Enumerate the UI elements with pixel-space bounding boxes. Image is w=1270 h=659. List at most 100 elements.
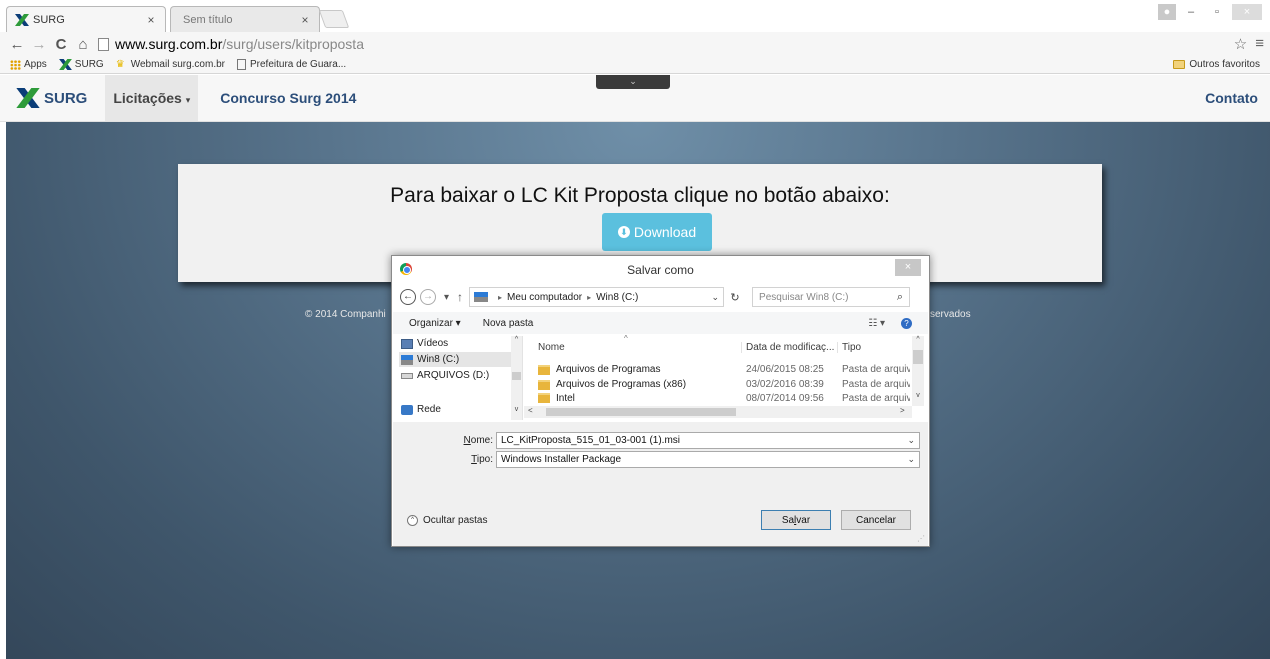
scroll-up-icon[interactable]: ^	[912, 336, 924, 343]
filename-input[interactable]: LC_KitProposta_515_01_03-001 (1).msi ⌄	[496, 431, 920, 449]
chevron-down-icon[interactable]: ⌄	[907, 435, 915, 446]
surg-logo-icon	[16, 88, 40, 108]
nav-item-rede[interactable]: Rede	[399, 402, 511, 417]
download-button[interactable]: ⬇ Download	[602, 213, 712, 251]
restore-button[interactable]: ▫	[1206, 4, 1228, 20]
nav-item-label: Rede	[417, 404, 441, 415]
apps-grid-icon	[10, 59, 21, 70]
scroll-up-icon[interactable]: ^	[511, 336, 522, 343]
path-dropdown-icon[interactable]: ⌄	[711, 292, 719, 303]
nav-concurso[interactable]: Concurso Surg 2014	[220, 90, 356, 106]
file-list: Nome ^ Data de modificaç... Tipo Arquivo…	[524, 334, 926, 420]
crumb-computer[interactable]: Meu computador	[507, 292, 582, 303]
other-bookmarks[interactable]: Outros favoritos	[1173, 59, 1260, 70]
nav-pane-scrollbar[interactable]: ^ v	[511, 336, 522, 420]
organize-menu[interactable]: Organizar ▾	[409, 318, 461, 329]
bookmark-apps[interactable]: Apps	[10, 59, 47, 70]
help-icon[interactable]: ?	[901, 317, 912, 329]
nav-item-label: ARQUIVOS (D:)	[417, 370, 490, 381]
bookmark-webmail[interactable]: ♛ Webmail surg.com.br	[116, 59, 225, 70]
column-label: Nome	[538, 341, 565, 353]
dialog-command-bar: Organizar ▾ Nova pasta ☷ ▾ ?	[393, 312, 928, 334]
file-type: Pasta de arquivos	[842, 364, 910, 375]
refresh-icon[interactable]: ↻	[724, 291, 746, 304]
scroll-thumb[interactable]	[546, 408, 736, 416]
scroll-down-icon[interactable]: v	[912, 392, 924, 399]
scroll-thumb[interactable]	[913, 350, 923, 364]
profile-icon[interactable]: ●	[1158, 4, 1176, 20]
close-window-button[interactable]: ×	[1232, 4, 1262, 20]
scroll-right-icon[interactable]: >	[900, 406, 905, 415]
close-tab-icon[interactable]: ×	[299, 13, 311, 27]
close-tab-icon[interactable]: ×	[145, 13, 157, 27]
hide-folders-toggle[interactable]: ^ Ocultar pastas	[407, 515, 487, 526]
file-row[interactable]: Intel 08/07/2014 09:56 Pasta de arquivos	[524, 392, 910, 404]
nav-item-videos[interactable]: Vídeos	[399, 336, 511, 351]
file-list-vertical-scrollbar[interactable]: ^ v	[912, 336, 924, 406]
column-date[interactable]: Data de modificaç...	[742, 341, 838, 353]
footer-rights: servados	[930, 309, 971, 320]
pull-down-tab[interactable]: ⌄	[596, 75, 670, 89]
column-name[interactable]: Nome ^	[524, 334, 742, 353]
filename-value: LC_KitProposta_515_01_03-001 (1).msi	[501, 434, 680, 446]
nav-contato[interactable]: Contato	[1205, 90, 1258, 106]
folder-path-bar[interactable]: ▸ Meu computador ▸ Win8 (C:) ⌄	[469, 287, 725, 307]
nav-item-win8[interactable]: Win8 (C:)	[399, 352, 511, 367]
column-type[interactable]: Tipo	[838, 342, 861, 353]
new-folder-button[interactable]: Nova pasta	[483, 318, 534, 329]
recent-locations-icon[interactable]: ▾	[444, 292, 449, 303]
filetype-label: Tipo:	[471, 453, 493, 465]
file-row[interactable]: Arquivos de Programas (x86) 03/02/2016 0…	[524, 377, 910, 392]
file-name: Intel	[556, 392, 575, 404]
scroll-down-icon[interactable]: v	[511, 406, 522, 413]
dialog-title: Salvar como	[627, 263, 694, 277]
tab-sem-titulo[interactable]: Sem título ×	[170, 6, 320, 32]
tab-surg[interactable]: SURG ×	[6, 6, 166, 32]
back-icon[interactable]: ←	[400, 289, 416, 305]
scroll-left-icon[interactable]: <	[528, 406, 533, 415]
filetype-select[interactable]: Windows Installer Package ⌄	[496, 450, 920, 468]
sort-arrow-icon: ^	[624, 334, 628, 343]
cancel-button[interactable]: Cancelar	[841, 510, 911, 530]
url-path: /surg/users/kitproposta	[222, 36, 364, 52]
bookmark-surg[interactable]: SURG	[58, 59, 104, 70]
bookmark-star-icon[interactable]: ☆	[1234, 35, 1247, 53]
url-host: www.surg.com.br	[115, 36, 223, 52]
filename-row: Nome: LC_KitProposta_515_01_03-001 (1).m…	[393, 431, 928, 449]
nav-item-arquivos[interactable]: ARQUIVOS (D:)	[399, 368, 511, 383]
bookmark-prefeitura[interactable]: Prefeitura de Guara...	[237, 59, 346, 70]
dialog-search-input[interactable]: Pesquisar Win8 (C:) ⌕	[752, 287, 911, 307]
forward-icon[interactable]: →	[420, 289, 436, 305]
new-tab-button[interactable]	[318, 10, 350, 28]
minimize-button[interactable]: –	[1180, 4, 1202, 20]
nav-licitacoes-dropdown[interactable]: Licitações ▾	[105, 75, 199, 121]
up-folder-icon[interactable]: ↑	[457, 290, 463, 304]
file-list-horizontal-scrollbar[interactable]: < >	[524, 406, 912, 418]
brand-link[interactable]: SURG	[16, 88, 87, 108]
view-options-icon[interactable]: ☷ ▾	[868, 318, 885, 329]
file-date: 24/06/2015 08:25	[746, 364, 824, 375]
navigation-pane: Vídeos Win8 (C:) ARQUIVOS (D:) Rede ^ v	[393, 336, 523, 420]
file-list-header: Nome ^ Data de modificaç... Tipo	[524, 334, 910, 355]
forward-icon[interactable]: →	[28, 36, 50, 53]
dialog-close-button[interactable]: ×	[895, 259, 921, 276]
scroll-thumb[interactable]	[512, 372, 521, 380]
filetype-value: Windows Installer Package	[501, 453, 622, 465]
crown-icon: ♛	[115, 59, 125, 70]
back-icon[interactable]: ←	[6, 36, 28, 53]
menu-icon[interactable]: ≡	[1255, 35, 1264, 53]
surg-favicon	[58, 59, 72, 70]
tab-title: SURG	[33, 13, 65, 26]
save-button[interactable]: Sa l var	[761, 510, 831, 530]
save-as-dialog: Salvar como × ← → ▾ ↑ ▸ Meu computador ▸…	[391, 255, 930, 547]
chevron-down-icon[interactable]: ⌄	[907, 454, 915, 465]
file-row[interactable]: Arquivos de Programas 24/06/2015 08:25 P…	[524, 362, 910, 377]
reload-icon[interactable]: C	[50, 36, 72, 53]
crumb-drive[interactable]: Win8 (C:)	[596, 292, 638, 303]
address-bar[interactable]: www.surg.com.br/surg/users/kitproposta	[98, 34, 1234, 54]
resize-grip-icon[interactable]: ⋰	[917, 534, 925, 543]
folder-icon	[538, 364, 550, 375]
home-icon[interactable]: ⌂	[72, 36, 94, 53]
folder-icon	[1173, 60, 1186, 69]
file-type: Pasta de arquivos	[842, 392, 910, 404]
